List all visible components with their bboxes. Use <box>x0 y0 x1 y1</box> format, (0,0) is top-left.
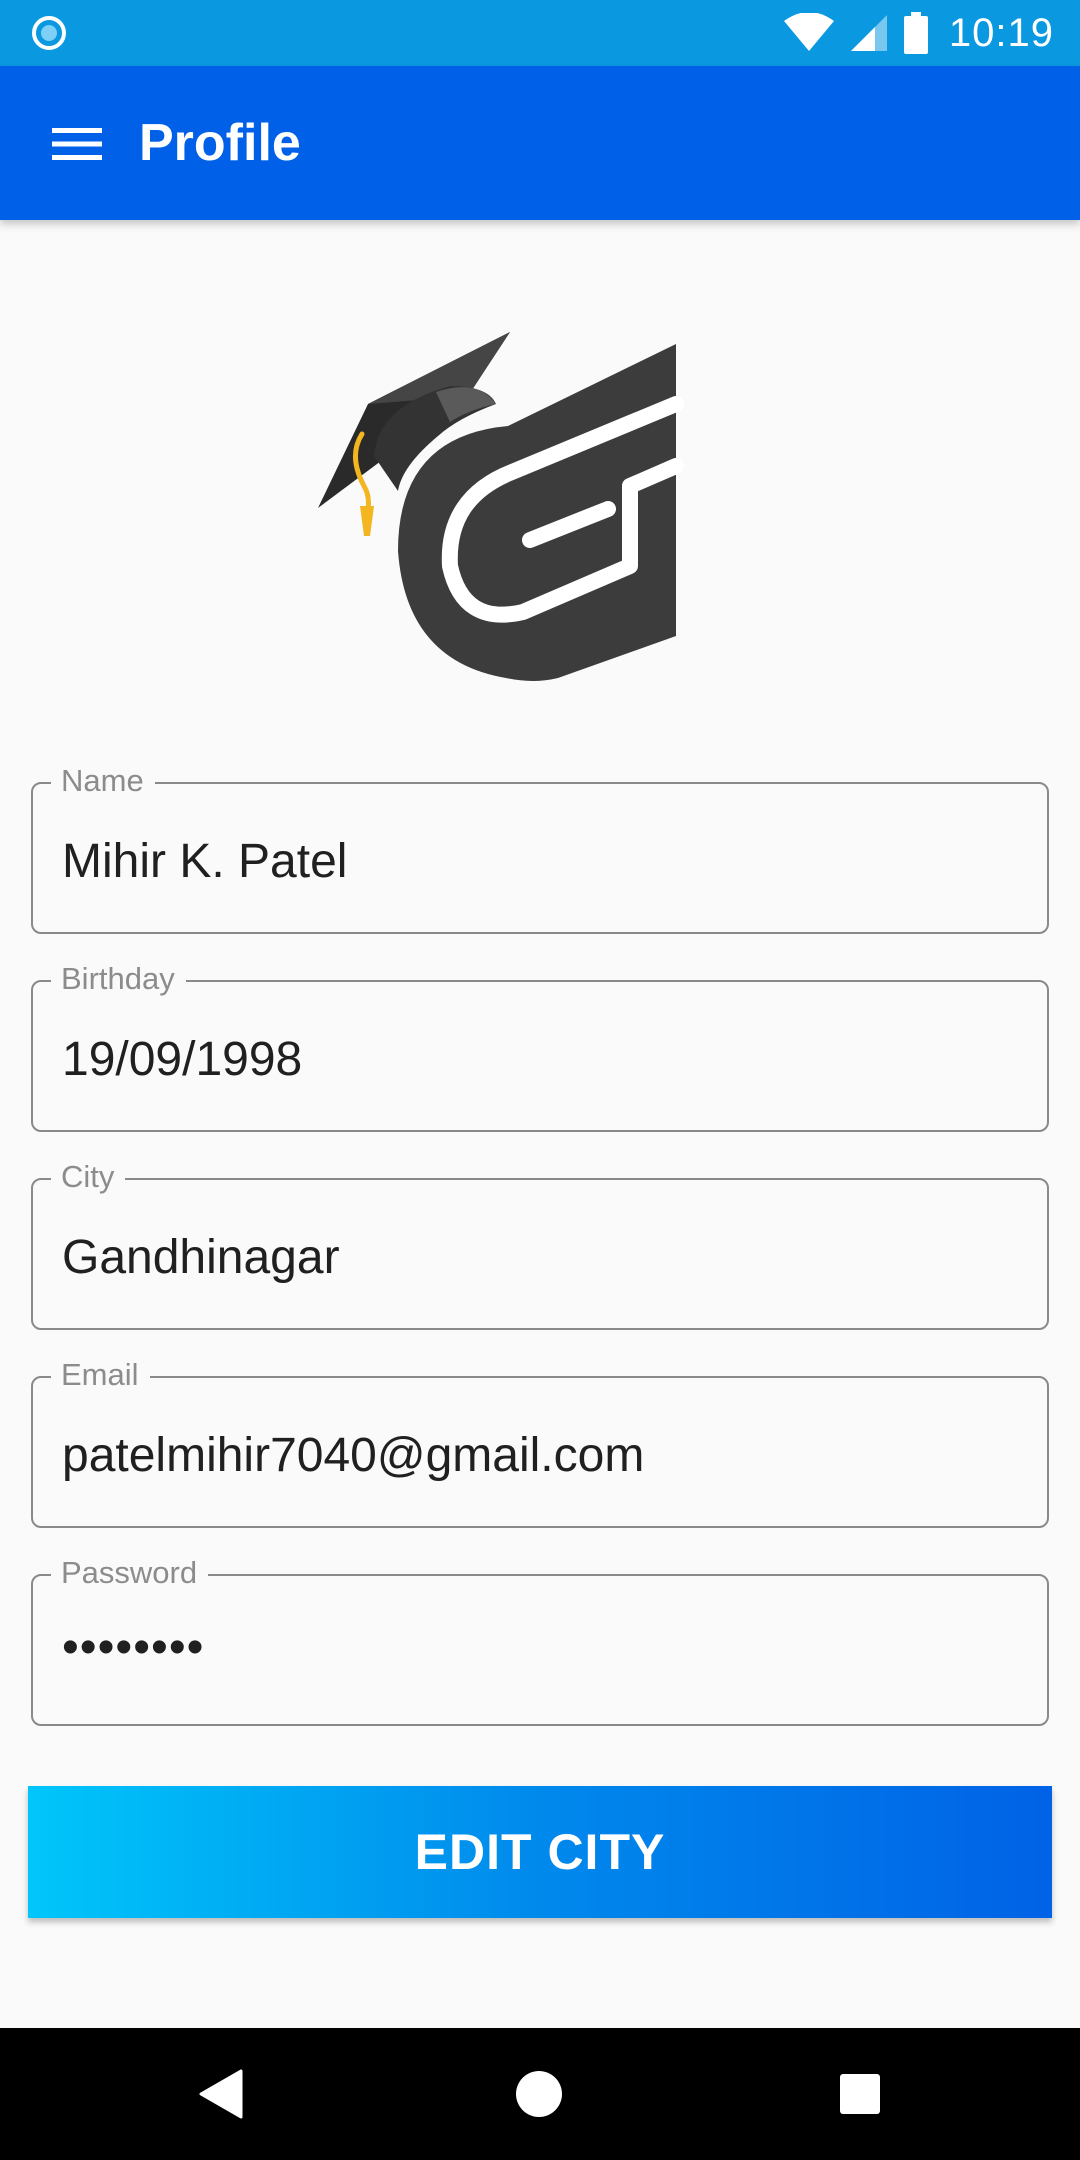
city-field-value: Gandhinagar <box>62 1231 340 1284</box>
home-icon <box>516 2071 562 2117</box>
wifi-icon <box>783 13 834 51</box>
password-field-value: •••••••• <box>62 1621 205 1674</box>
birthday-field-label: Birthday <box>51 959 186 999</box>
cell-signal-icon <box>850 15 887 51</box>
birthday-field-value: 19/09/1998 <box>62 1033 303 1086</box>
birthday-field[interactable]: Birthday 19/09/1998 <box>31 959 1049 1132</box>
recents-button[interactable] <box>830 2064 890 2124</box>
name-field-value: Mihir K. Patel <box>62 835 348 888</box>
email-field-label: Email <box>51 1355 150 1395</box>
hamburger-menu-icon <box>52 128 102 160</box>
home-button[interactable] <box>509 2064 569 2124</box>
page-title: Profile <box>139 114 301 172</box>
edit-city-button[interactable]: EDIT CITY <box>28 1786 1052 1918</box>
name-field[interactable]: Name Mihir K. Patel <box>31 761 1049 934</box>
navigation-bar <box>0 2028 1080 2160</box>
graduation-cap-logo <box>318 332 684 681</box>
app-notification-icon <box>32 16 66 50</box>
password-field-label: Password <box>51 1553 209 1593</box>
status-icons: 10:19 <box>783 0 1054 66</box>
recents-icon <box>840 2074 880 2114</box>
email-field[interactable]: Email patelmihir7040@gmail.com <box>31 1355 1049 1528</box>
email-field-value: patelmihir7040@gmail.com <box>62 1429 645 1482</box>
status-bar: 10:19 <box>0 0 1080 66</box>
menu-button[interactable] <box>42 114 112 174</box>
status-time: 10:19 <box>948 10 1054 55</box>
name-field-label: Name <box>51 761 155 801</box>
back-button[interactable] <box>190 2064 250 2124</box>
battery-icon <box>903 12 928 54</box>
password-field[interactable]: Password •••••••• <box>31 1553 1049 1726</box>
app-bar: Profile <box>0 66 1080 220</box>
city-field-label: City <box>51 1157 126 1197</box>
city-field[interactable]: City Gandhinagar <box>31 1157 1049 1330</box>
back-icon <box>199 2069 243 2119</box>
